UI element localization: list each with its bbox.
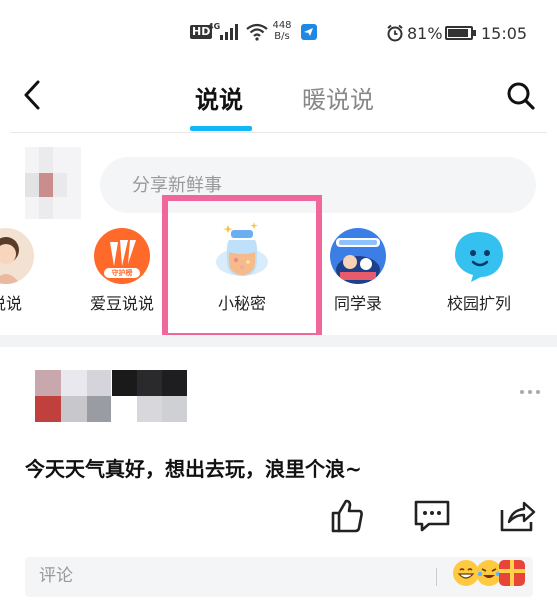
gift-emoji-icon[interactable] — [499, 560, 525, 586]
telegram-icon — [301, 24, 317, 40]
tab-nuan-shuoshuo[interactable]: 暖说说 — [302, 80, 374, 115]
aidou-badge: 守护榜 — [111, 269, 133, 277]
shortcut-label: 同学录 — [333, 294, 382, 313]
like-button[interactable] — [329, 498, 369, 534]
thumbs-up-icon — [331, 499, 363, 533]
more-icon — [520, 390, 540, 394]
speed-unit: B/s — [274, 31, 290, 42]
clock: 15:05 — [481, 24, 528, 43]
comment-input[interactable] — [39, 566, 419, 586]
shortcut-label: 说说 — [0, 294, 22, 313]
user-avatar[interactable] — [25, 147, 81, 219]
battery-percent: 81% — [407, 24, 443, 43]
post-content: 今天天气真好，想出去玩，浪里个浪~ — [25, 457, 362, 481]
avatar-mosaic — [25, 147, 81, 219]
aidou-icon: 守护榜 — [94, 228, 150, 284]
avatar-mosaic — [35, 370, 111, 422]
shuoshuo-icon — [0, 228, 34, 284]
section-divider — [0, 335, 557, 347]
share-icon — [500, 501, 536, 532]
campus-icon — [451, 228, 507, 284]
speed-value: 448 — [272, 20, 292, 31]
signal-icon — [220, 24, 238, 40]
nav-divider — [10, 132, 547, 133]
post-author-name[interactable] — [112, 370, 187, 422]
search-icon — [507, 82, 535, 110]
shortcut-label: 爱豆说说 — [89, 294, 154, 313]
tab-shuoshuo[interactable]: 说说 — [195, 80, 243, 115]
post-author-avatar[interactable] — [35, 370, 111, 422]
active-tab-indicator — [190, 126, 252, 131]
wifi-icon — [246, 23, 268, 41]
shortcut-aidou-shuoshuo[interactable]: 守护榜 爱豆说说 — [82, 228, 162, 314]
classmate-icon — [330, 228, 386, 284]
alarm-icon — [387, 24, 403, 42]
highlight-annotation — [162, 195, 322, 339]
share-button[interactable] — [499, 498, 539, 534]
comment-icon — [414, 500, 450, 532]
comment-button[interactable] — [413, 498, 453, 534]
comment-divider — [436, 568, 437, 586]
battery-icon — [445, 26, 476, 40]
shortcut-tongxuelu[interactable]: 同学录 — [322, 228, 394, 314]
network-type: 4G — [208, 22, 221, 31]
network-speed: 448 B/s — [270, 20, 294, 42]
comment-bar — [25, 557, 533, 597]
shortcut-xiaoyuan-kuolie[interactable]: 校园扩列 — [438, 228, 520, 314]
search-button[interactable] — [505, 80, 537, 112]
chevron-left-icon — [24, 80, 40, 110]
back-button[interactable] — [18, 78, 48, 112]
post-more-button[interactable] — [519, 380, 541, 399]
name-mosaic — [112, 370, 187, 422]
shortcut-shuoshuo[interactable]: 说说 — [0, 228, 42, 314]
status-bar: HD 4G 448 B/s 81% 15:05 — [0, 0, 557, 60]
shortcut-label: 校园扩列 — [446, 294, 511, 313]
